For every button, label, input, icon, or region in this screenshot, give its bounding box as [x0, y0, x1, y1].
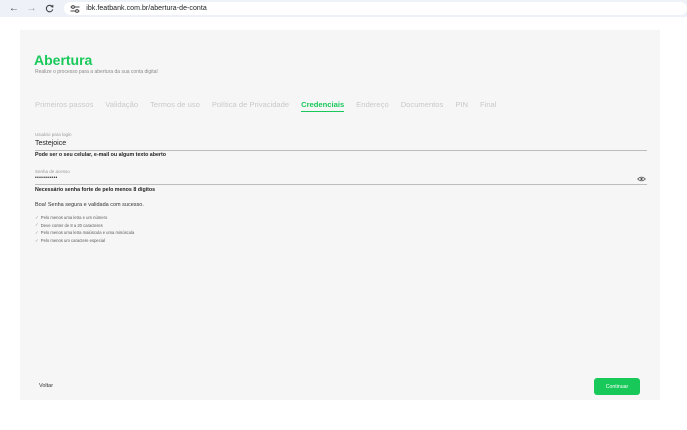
username-underline	[35, 150, 647, 151]
forward-arrow-icon[interactable]: →	[25, 2, 39, 16]
tab-validacao[interactable]: Validação	[105, 100, 138, 112]
eye-icon[interactable]	[637, 176, 646, 182]
back-arrow-icon[interactable]: ←	[7, 2, 21, 16]
rule-text: Pelo menos uma letra e um número	[40, 215, 108, 221]
address-bar[interactable]: ibk.featbank.com.br/abertura-de-conta	[64, 2, 687, 15]
tab-termos-de-uso[interactable]: Termos de uso	[150, 100, 200, 112]
check-icon: ✓	[35, 222, 39, 228]
password-underline	[35, 184, 647, 185]
rule-text: Deve conter de 8 a 20 caracteres	[40, 222, 103, 228]
password-input[interactable]: •••••••••••	[35, 175, 58, 181]
page-subtitle: Realize o processo para a abertura da su…	[35, 69, 158, 75]
username-label: Usuário para login	[35, 132, 72, 137]
back-button[interactable]: Voltar	[39, 383, 53, 389]
site-settings-icon[interactable]	[70, 4, 80, 13]
continue-button[interactable]: Continuar	[594, 378, 640, 395]
tab-final[interactable]: Final	[480, 100, 496, 112]
browser-toolbar: ← → ibk.featbank.com.br/abertura-de-cont…	[0, 0, 687, 17]
check-icon: ✓	[35, 237, 39, 243]
password-rules-list: ✓ Pelo menos uma letra e um número ✓ Deve …	[35, 214, 134, 244]
rule-text: Pelo menos um caractere especial	[40, 238, 106, 244]
account-opening-panel: Abertura Realize o processo para a abert…	[20, 30, 660, 400]
rule-text: Pelo menos uma letra maiúscula e uma min…	[40, 230, 135, 236]
password-success-message: Boa! Senha segura e validada com sucesso…	[35, 202, 144, 208]
password-hint: Necessário senha forte de pelo menos 8 d…	[35, 187, 156, 193]
tab-documentos[interactable]: Documentos	[401, 100, 444, 112]
tab-primeiros-passos[interactable]: Primeiros passos	[35, 100, 93, 112]
list-item: ✓ Pelo menos uma letra e um número	[35, 214, 134, 222]
check-icon: ✓	[35, 229, 39, 235]
list-item: ✓ Pelo menos um caractere especial	[35, 237, 134, 245]
tab-endereco[interactable]: Endereço	[356, 100, 389, 112]
tab-pin[interactable]: PIN	[455, 100, 468, 112]
url-text: ibk.featbank.com.br/abertura-de-conta	[86, 5, 207, 12]
username-input[interactable]: Testejoice	[35, 140, 66, 147]
tab-credenciais[interactable]: Credenciais	[301, 100, 345, 112]
tab-politica-privacidade[interactable]: Política de Privacidade	[212, 100, 289, 112]
list-item: ✓ Deve conter de 8 a 20 caracteres	[35, 222, 134, 230]
username-hint: Pode ser o seu celular, e-mail ou algum …	[35, 152, 166, 158]
list-item: ✓ Pelo menos uma letra maiúscula e uma mi…	[35, 229, 134, 237]
password-label: Senha de acesso	[35, 169, 70, 174]
page-title: Abertura	[34, 52, 93, 68]
check-icon: ✓	[35, 214, 39, 220]
reload-icon[interactable]	[43, 2, 57, 16]
step-tabs: Primeiros passos Validação Termos de uso…	[35, 100, 496, 112]
